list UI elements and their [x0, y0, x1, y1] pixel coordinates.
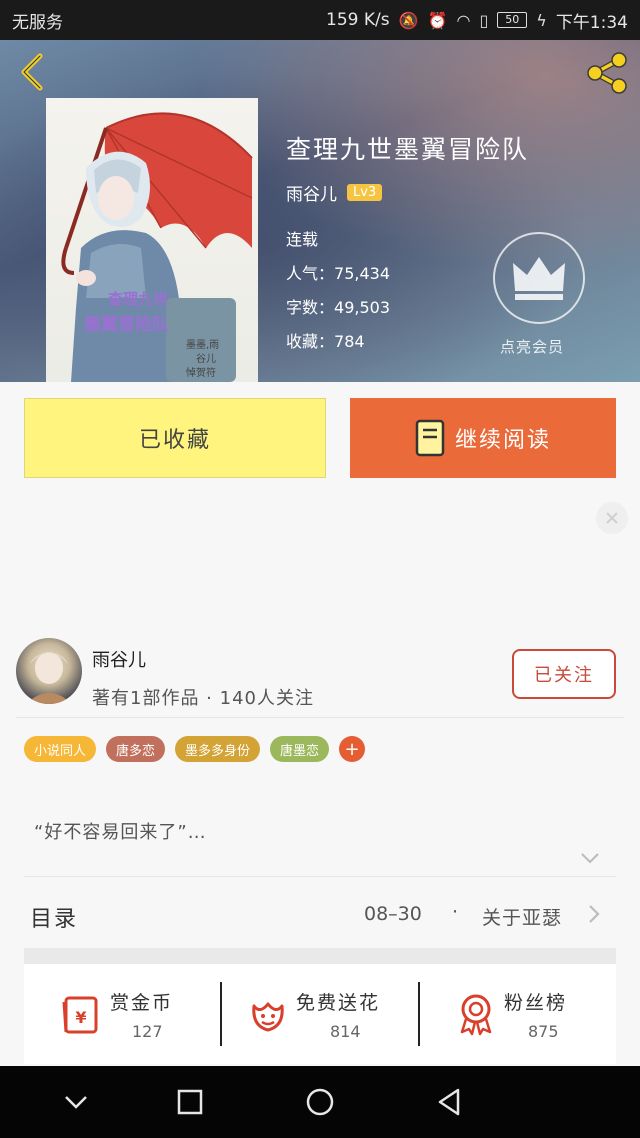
book-state: 连载: [286, 230, 319, 249]
stat-label: 粉丝榜: [504, 992, 568, 1014]
net-speed: 159 K/s: [326, 10, 390, 30]
recents-icon[interactable]: [172, 1084, 208, 1120]
stat-value: 127: [132, 1022, 163, 1041]
divider: [16, 717, 624, 718]
stat-value: 875: [528, 1022, 559, 1041]
flower-icon: [252, 1002, 284, 1032]
avatar-image: [26, 652, 72, 704]
words-label: 字数：: [286, 298, 335, 317]
clock: 下午1:34: [555, 12, 628, 33]
tag-item[interactable]: 墨多多身份: [175, 736, 261, 762]
continue-reading-button[interactable]: 继续阅读: [350, 398, 616, 478]
reward-coins-button[interactable]: ¥ 赏金币 127: [24, 964, 220, 1064]
book-icon: [415, 419, 445, 457]
favorites-row: 收藏：784: [286, 328, 365, 352]
cover-credit-3: 悼贺符: [186, 366, 216, 379]
cover-credit-2: 谷儿: [196, 353, 216, 365]
popularity-value: 75,434: [334, 264, 390, 283]
system-nav-bar: [0, 1066, 640, 1138]
vip-label[interactable]: 点亮会员: [500, 336, 564, 357]
words-row: 字数：49,503: [286, 294, 390, 318]
home-icon[interactable]: [302, 1084, 338, 1120]
author-block-stats: 著有1部作品 · 140人关注: [92, 688, 314, 709]
favorites-label: 收藏：: [286, 332, 335, 351]
add-tag-button[interactable]: +: [339, 736, 366, 762]
chevron-down-icon[interactable]: [578, 848, 602, 868]
cover-illustration: 查理九世 墨翼冒险队 墨墨,雨 谷儿 悼贺符: [61, 112, 253, 382]
popularity-label: 人气：: [286, 264, 335, 283]
hide-keyboard-icon[interactable]: [58, 1084, 94, 1120]
svg-text:¥: ¥: [75, 1008, 86, 1027]
tag-item[interactable]: 唐多恋: [106, 736, 166, 762]
toc-separator: ·: [452, 901, 459, 923]
status-bar: 无服务 159 K/s 🔕 ⏰ ◠ ▯ 50 ϟ 下午1:34: [0, 0, 640, 40]
cover-title-text: 查理九世: [108, 290, 168, 308]
back-arrow-icon[interactable]: [14, 52, 54, 92]
section-gap: [24, 948, 616, 964]
medal-icon: [460, 994, 492, 1036]
favorited-button[interactable]: 已收藏: [24, 398, 326, 478]
battery-icon: 50: [497, 12, 528, 28]
favorited-label: 已收藏: [138, 428, 211, 453]
send-flowers-button[interactable]: 免费送花 814: [222, 964, 418, 1064]
red-envelope-icon: ¥: [62, 996, 98, 1034]
cover-subtitle-text: 墨翼冒险队: [84, 314, 170, 335]
book-cover[interactable]: 查理九世 墨翼冒险队 墨墨,雨 谷儿 悼贺符: [46, 98, 258, 382]
favorites-value: 784: [334, 332, 365, 351]
synopsis-text: “好不容易回来了”…: [34, 822, 207, 843]
wifi-icon: ◠: [456, 10, 471, 30]
plus-icon: +: [344, 738, 360, 760]
book-header: 查理九世 墨翼冒险队 墨墨,雨 谷儿 悼贺符 查理九世墨翼冒险队 雨谷儿 Lv3…: [0, 40, 640, 382]
level-badge: Lv3: [347, 184, 383, 201]
follow-button[interactable]: 已关注: [512, 649, 616, 699]
stats-bar: ¥ 赏金币 127 免费送花 814 粉丝榜 875: [24, 964, 616, 1064]
tag-list: 小说同人 唐多恋 墨多多身份 唐墨恋 +: [24, 736, 366, 762]
toc-title: 目录: [30, 907, 79, 932]
stat-value: 814: [330, 1022, 361, 1041]
crown-icon: [513, 257, 565, 300]
back-icon[interactable]: [432, 1084, 468, 1120]
close-ad-button[interactable]: [596, 502, 628, 534]
status-icons: 159 K/s 🔕 ⏰ ◠ ▯ 50 ϟ 下午1:34: [326, 8, 628, 33]
chevron-right-icon: [589, 905, 600, 923]
popularity-row: 人气：75,434: [286, 260, 390, 284]
author-row: 雨谷儿 Lv3: [286, 180, 383, 205]
tag-item[interactable]: 唐墨恋: [270, 736, 330, 762]
toc-row[interactable]: 目录 08–30 · 关于亚瑟: [24, 876, 616, 949]
author-name[interactable]: 雨谷儿: [286, 180, 337, 205]
cover-credit-1: 墨墨,雨: [186, 339, 219, 351]
book-title: 查理九世墨翼冒险队: [286, 135, 530, 164]
mute-icon: 🔕: [398, 10, 419, 30]
author-avatar[interactable]: [16, 638, 82, 704]
stat-label: 免费送花: [296, 992, 381, 1014]
charging-icon: ϟ: [536, 10, 547, 30]
alarm-icon: ⏰: [427, 10, 448, 30]
words-value: 49,503: [334, 298, 390, 317]
tag-item[interactable]: 小说同人: [24, 736, 97, 762]
alert-icon: ▯: [479, 10, 489, 30]
toc-date: 08–30: [364, 903, 422, 925]
share-icon[interactable]: [584, 50, 630, 96]
continue-reading-label: 继续阅读: [454, 428, 551, 453]
close-icon: [606, 512, 618, 524]
author-block-name[interactable]: 雨谷儿: [92, 646, 146, 672]
carrier-text: 无服务: [12, 12, 63, 33]
fan-ranking-button[interactable]: 粉丝榜 875: [420, 964, 616, 1064]
stat-label: 赏金币: [110, 992, 174, 1014]
vip-button[interactable]: [493, 232, 585, 324]
toc-latest-chapter: 关于亚瑟: [482, 907, 563, 929]
